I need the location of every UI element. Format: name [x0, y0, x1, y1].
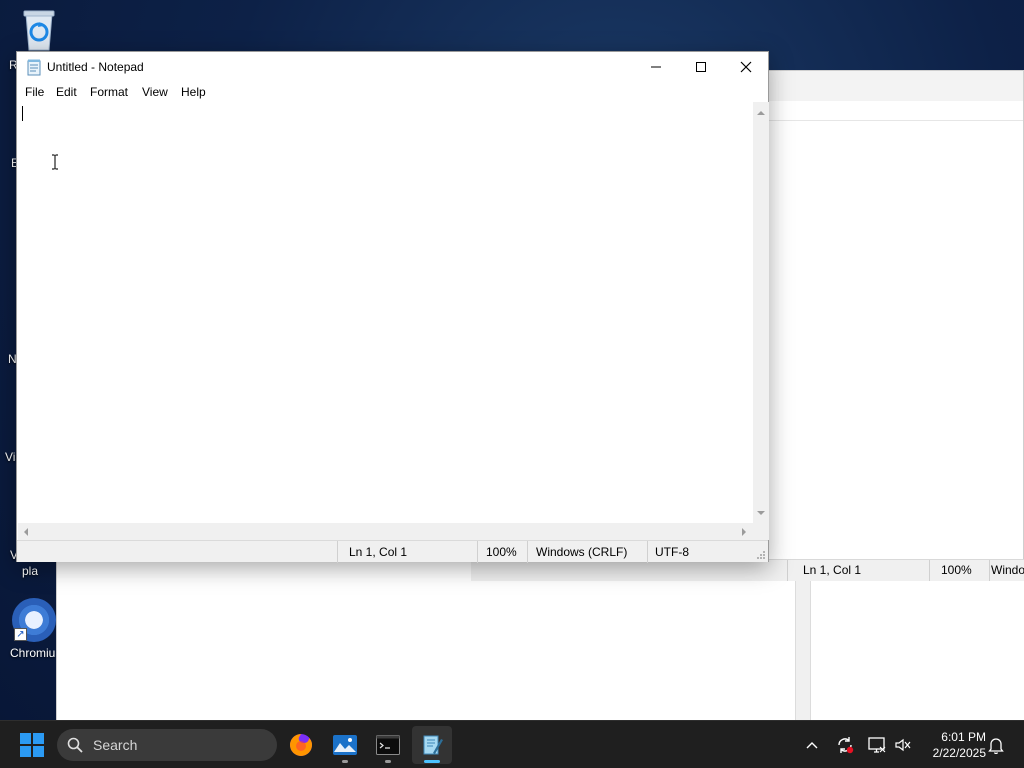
menu-help[interactable]: Help [181, 85, 206, 99]
background-window-statusbar: Ln 1, Col 1 100% Windo [471, 559, 1024, 582]
menu-edit[interactable]: Edit [56, 85, 77, 99]
ibeam-cursor-icon [52, 154, 58, 170]
text-caret [22, 106, 23, 121]
taskbar-app-firefox[interactable] [281, 726, 321, 764]
desktop-icon-label-pla: pla [22, 564, 39, 578]
show-hidden-icons-button[interactable] [802, 735, 822, 755]
scrollbar-corner [753, 523, 769, 540]
shortcut-arrow-icon: ↗ [14, 628, 27, 641]
close-button[interactable] [723, 52, 769, 82]
status-line-ending: Windows (CRLF) [536, 545, 628, 559]
scroll-up-arrow-icon[interactable] [756, 108, 766, 118]
notepad-icon [423, 735, 443, 755]
status-encoding: UTF-8 [655, 545, 689, 559]
network-icon [868, 737, 886, 753]
maximize-icon [696, 62, 706, 72]
bell-icon [988, 738, 1004, 754]
background-window-lower-area [57, 581, 1024, 721]
windows-logo-icon [20, 733, 31, 744]
taskbar-clock[interactable]: 6:01 PM 2/22/2025 [920, 729, 986, 761]
resize-grip-icon[interactable] [756, 550, 766, 560]
taskbar-search-box[interactable]: Search [57, 729, 277, 761]
active-indicator [424, 760, 440, 763]
scroll-left-arrow-icon[interactable] [22, 527, 30, 537]
minimize-icon [651, 66, 661, 68]
background-status-position: Ln 1, Col 1 [803, 563, 862, 577]
firefox-icon [290, 734, 312, 756]
title-bar[interactable]: Untitled - Notepad [17, 52, 768, 82]
terminal-icon [376, 735, 400, 755]
background-window-scrollbar[interactable] [795, 581, 811, 721]
search-placeholder: Search [93, 737, 138, 753]
start-button[interactable] [20, 733, 44, 757]
minimize-button[interactable] [633, 52, 679, 82]
notification-center-button[interactable] [986, 735, 1006, 755]
desktop-icon-label-chromium: Chromiu [10, 646, 56, 660]
close-icon [740, 61, 752, 73]
menu-view[interactable]: View [142, 85, 168, 99]
recycle-bin-icon[interactable] [20, 8, 58, 52]
tray-sync[interactable] [835, 735, 855, 755]
running-indicator [385, 760, 391, 763]
search-icon [67, 737, 83, 753]
background-status-zoom: 100% [941, 563, 972, 577]
taskbar-app-terminal[interactable] [368, 726, 408, 764]
status-zoom: 100% [486, 545, 517, 559]
menu-format[interactable]: Format [90, 85, 128, 99]
tray-network[interactable] [867, 735, 887, 755]
scroll-right-arrow-icon[interactable] [740, 527, 748, 537]
status-position: Ln 1, Col 1 [349, 545, 408, 559]
notepad-app-icon [27, 59, 41, 76]
scroll-down-arrow-icon[interactable] [756, 508, 766, 518]
clock-time: 6:01 PM [941, 730, 986, 744]
maximize-button[interactable] [678, 52, 724, 82]
background-status-line-ending: Windo [991, 563, 1024, 577]
chevron-up-icon [806, 742, 818, 749]
taskbar-app-photos[interactable] [325, 726, 365, 764]
menu-file[interactable]: File [25, 85, 44, 99]
photos-icon [333, 735, 357, 755]
notepad-window[interactable]: Untitled - Notepad File Edit Format View… [16, 51, 769, 563]
horizontal-scrollbar[interactable] [18, 523, 753, 540]
sync-icon [838, 737, 854, 754]
vertical-scrollbar[interactable] [753, 102, 769, 523]
tray-volume[interactable] [893, 735, 913, 755]
volume-muted-icon [895, 738, 911, 752]
window-title: Untitled - Notepad [47, 60, 144, 74]
text-editor-area[interactable] [18, 102, 753, 525]
running-indicator [342, 760, 348, 763]
menu-bar: File Edit Format View Help [17, 82, 768, 102]
taskbar-app-notepad[interactable] [412, 726, 452, 764]
status-bar: Ln 1, Col 1 100% Windows (CRLF) UTF-8 [17, 540, 768, 563]
clock-date: 2/22/2025 [932, 746, 986, 760]
taskbar: Search 6:01 PM 2/22/2025 [0, 720, 1024, 768]
